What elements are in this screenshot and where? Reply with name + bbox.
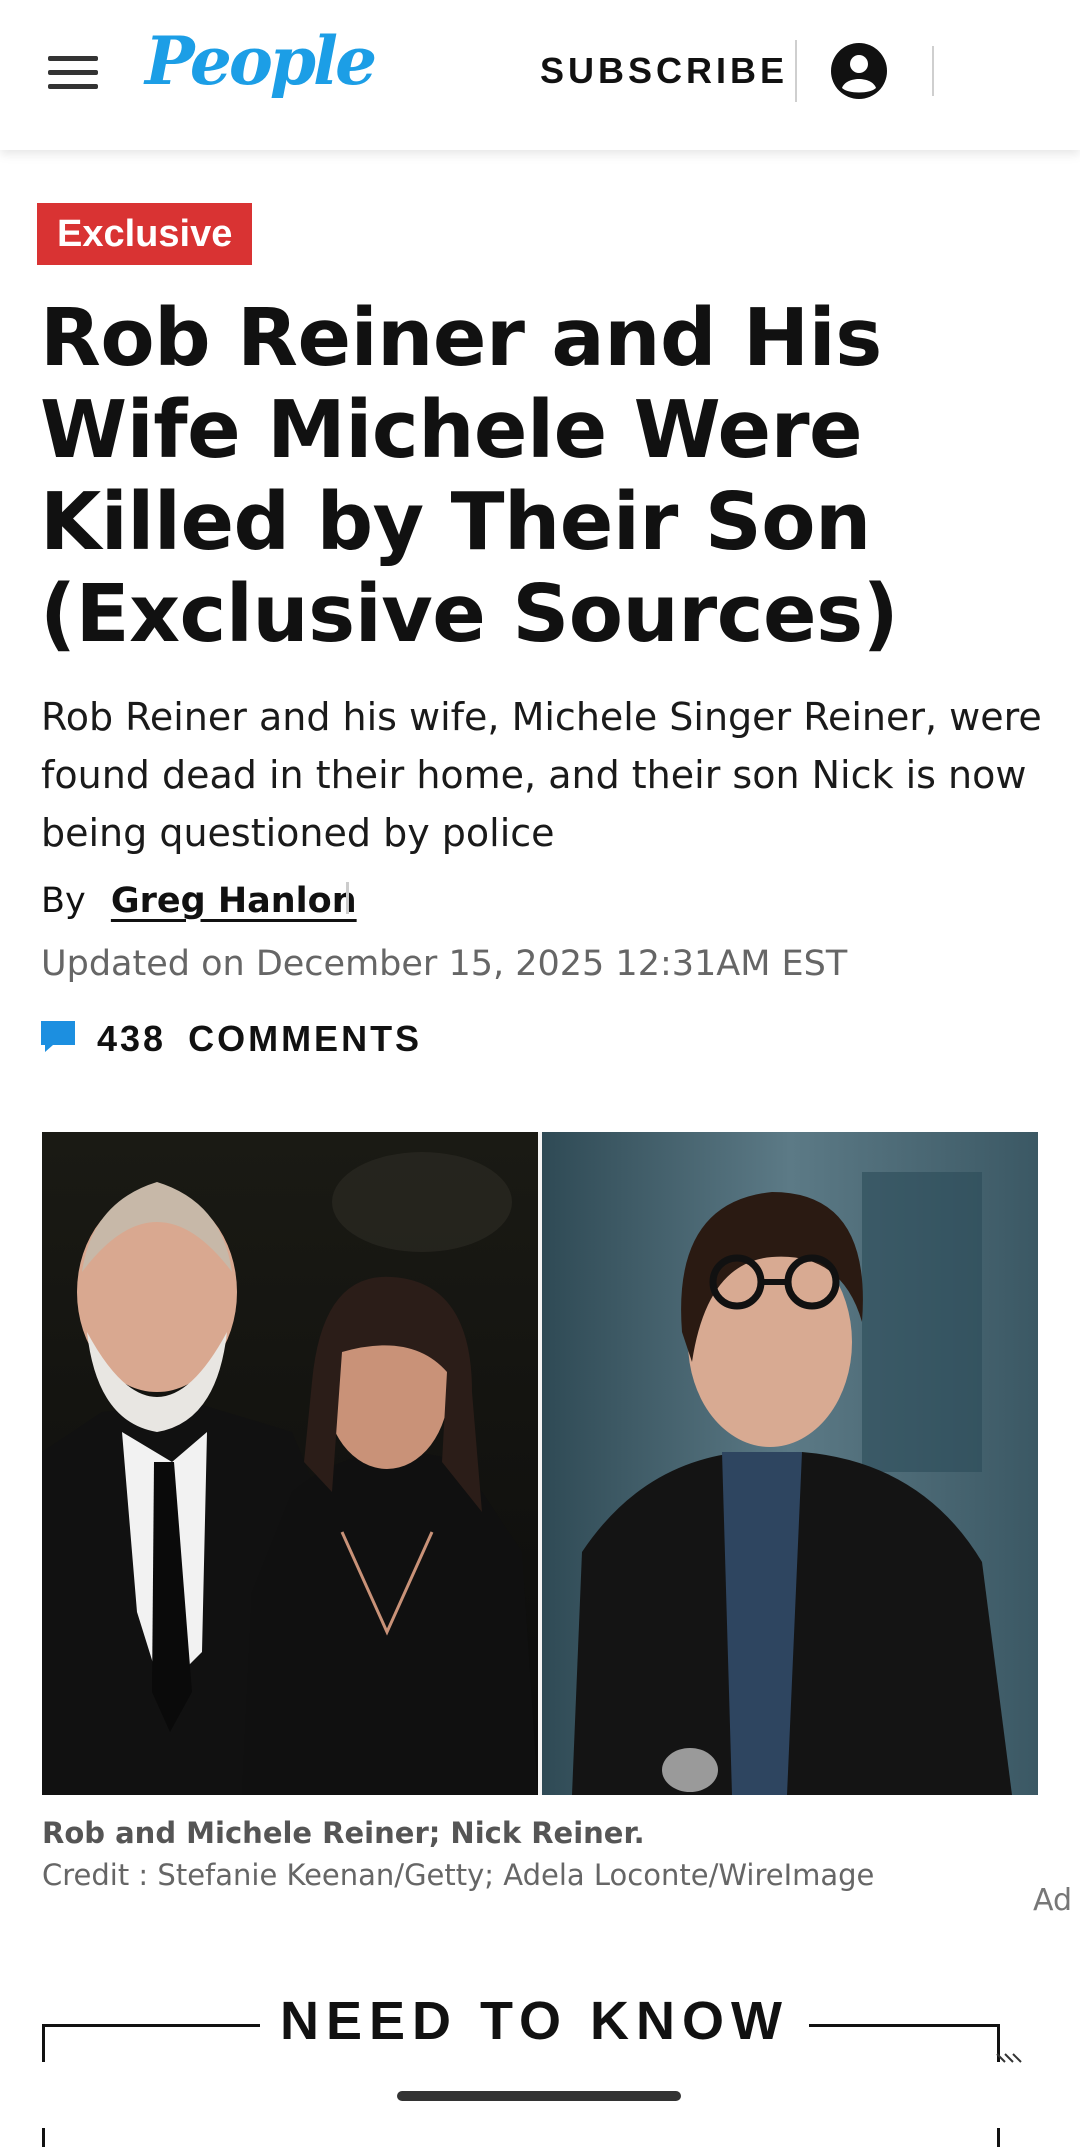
comments-label: COMMENTS (188, 1018, 423, 1059)
article-dek: Rob Reiner and his wife, Michele Singer … (41, 695, 1042, 855)
account-icon[interactable] (830, 42, 888, 100)
author-link[interactable]: Greg Hanlon (111, 881, 357, 921)
comments-count: 438 (97, 1018, 167, 1059)
expand-icon[interactable] (995, 2050, 1025, 2070)
article-headline: Rob Reiner and His Wife Michele Were Kil… (40, 292, 899, 660)
byline: By Greg Hanlon (41, 876, 357, 926)
people-logo[interactable]: People (145, 28, 377, 94)
header-divider (932, 46, 934, 96)
home-indicator[interactable] (397, 2091, 681, 2101)
subscribe-button[interactable]: SUBSCRIBE (540, 50, 788, 92)
ad-label: Ad (1032, 1883, 1072, 1918)
byline-divider (346, 882, 349, 914)
hamburger-menu-icon[interactable] (48, 54, 100, 90)
image-credit: Credit : Stefanie Keenan/Getty; Adela Lo… (42, 1858, 875, 1892)
site-header: People SUBSCRIBE (0, 0, 1080, 150)
image-caption: Rob and Michele Reiner; Nick Reiner. (42, 1816, 645, 1850)
need-to-know-title: NEED TO KNOW (260, 1990, 810, 2052)
byline-prefix: By (41, 881, 86, 921)
exclusive-tag[interactable]: Exclusive (37, 203, 253, 265)
comment-icon (41, 1021, 75, 1057)
header-divider (795, 40, 797, 102)
comments-link[interactable]: 438 COMMENTS (41, 1018, 422, 1060)
updated-date: Updated on December 15, 2025 12:31AM EST (41, 944, 848, 984)
article-lead-image[interactable] (42, 1132, 1038, 1795)
